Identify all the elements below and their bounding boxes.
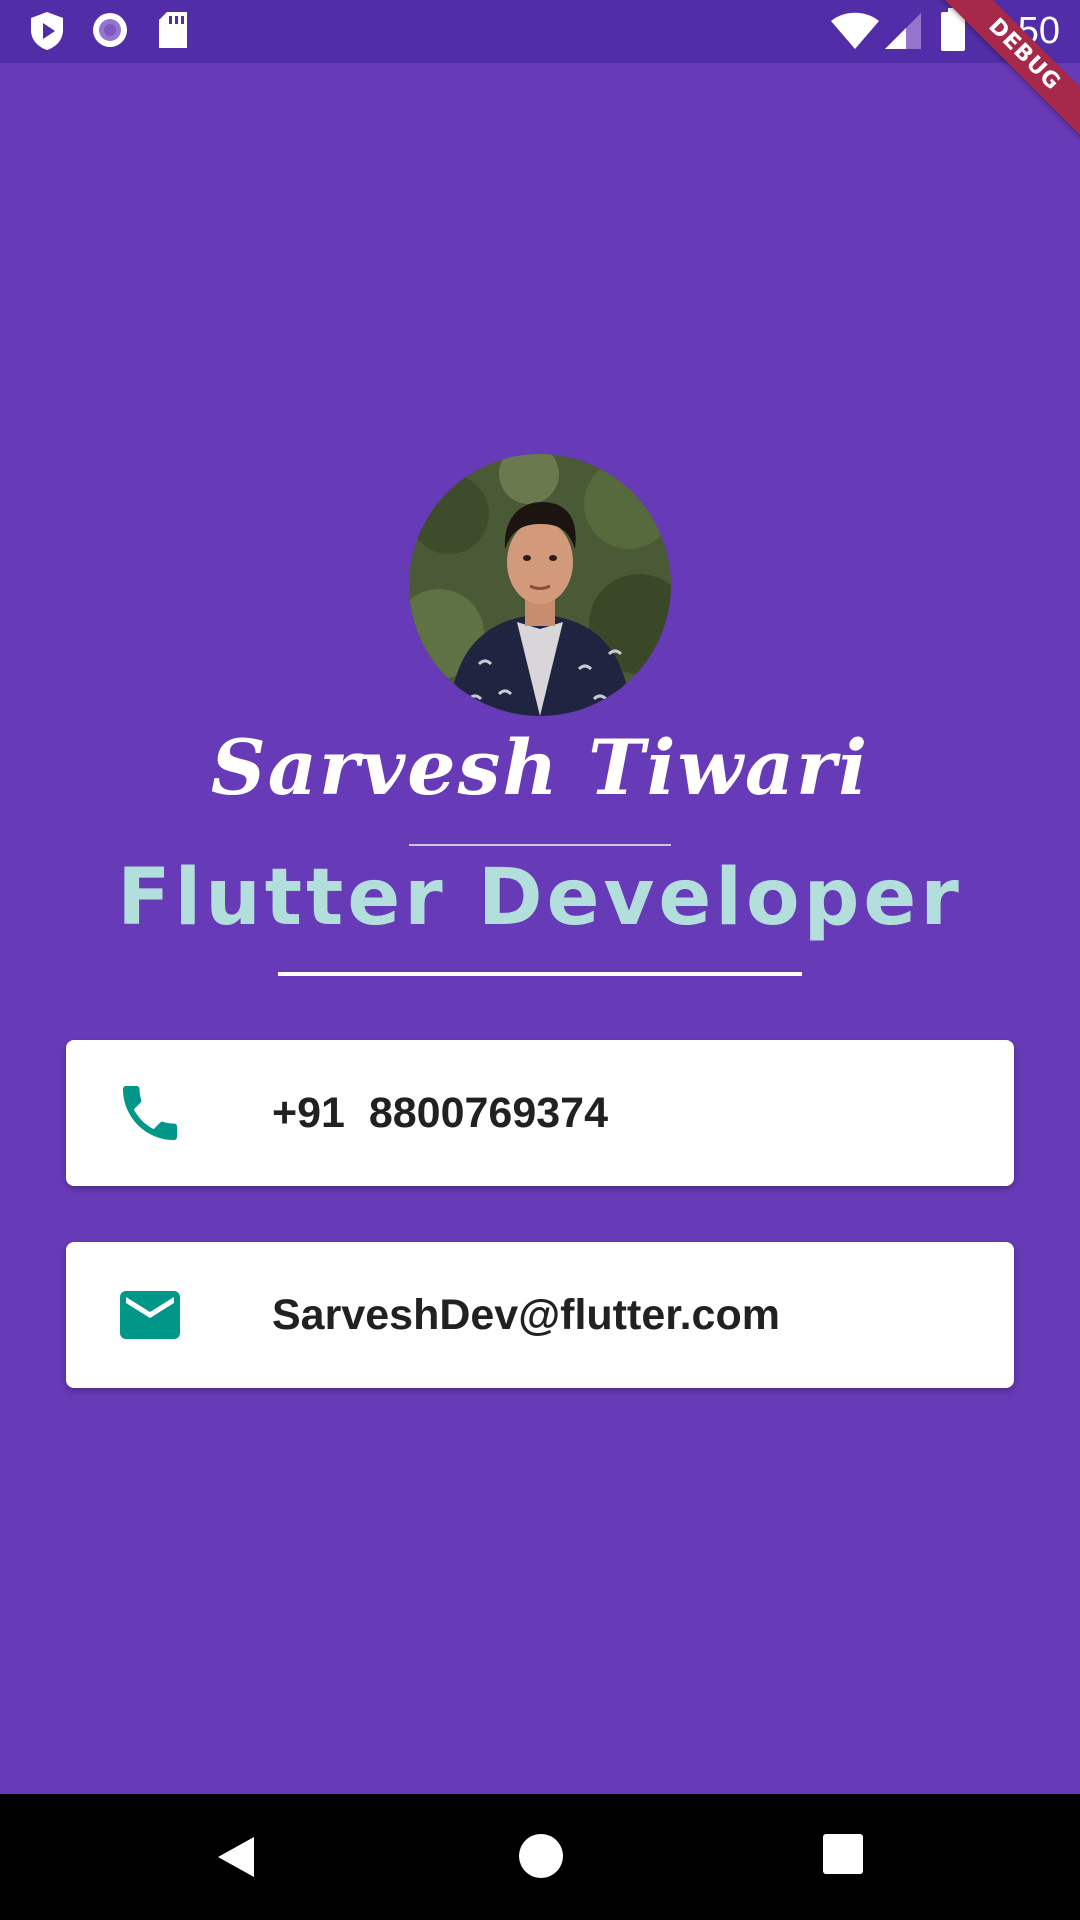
recents-icon[interactable] [823, 1834, 863, 1879]
avatar [409, 454, 671, 716]
wifi-icon [830, 12, 880, 55]
profile-name: Sarvesh Tiwari [210, 723, 870, 812]
back-icon[interactable] [212, 1833, 260, 1886]
app-screen: 2:50 DEBUG [0, 0, 1080, 1920]
record-icon [90, 10, 130, 55]
email-card[interactable]: SarveshDev@flutter.com [66, 1242, 1014, 1388]
phone-icon [114, 1077, 186, 1149]
navigation-bar [0, 1794, 1080, 1920]
sd-card-icon [156, 10, 190, 55]
email-icon [114, 1279, 186, 1351]
signal-icon [884, 12, 922, 55]
phone-card[interactable]: +91 8800769374 [66, 1040, 1014, 1186]
play-protect-icon [28, 10, 66, 57]
home-icon[interactable] [518, 1833, 564, 1884]
divider-long [278, 972, 802, 976]
email-address: SarveshDev@flutter.com [272, 1291, 780, 1339]
status-bar: 2:50 [0, 0, 1080, 63]
divider-short [409, 844, 671, 846]
phone-number: +91 8800769374 [272, 1089, 608, 1137]
profile-title: Flutter Developer [117, 853, 963, 943]
